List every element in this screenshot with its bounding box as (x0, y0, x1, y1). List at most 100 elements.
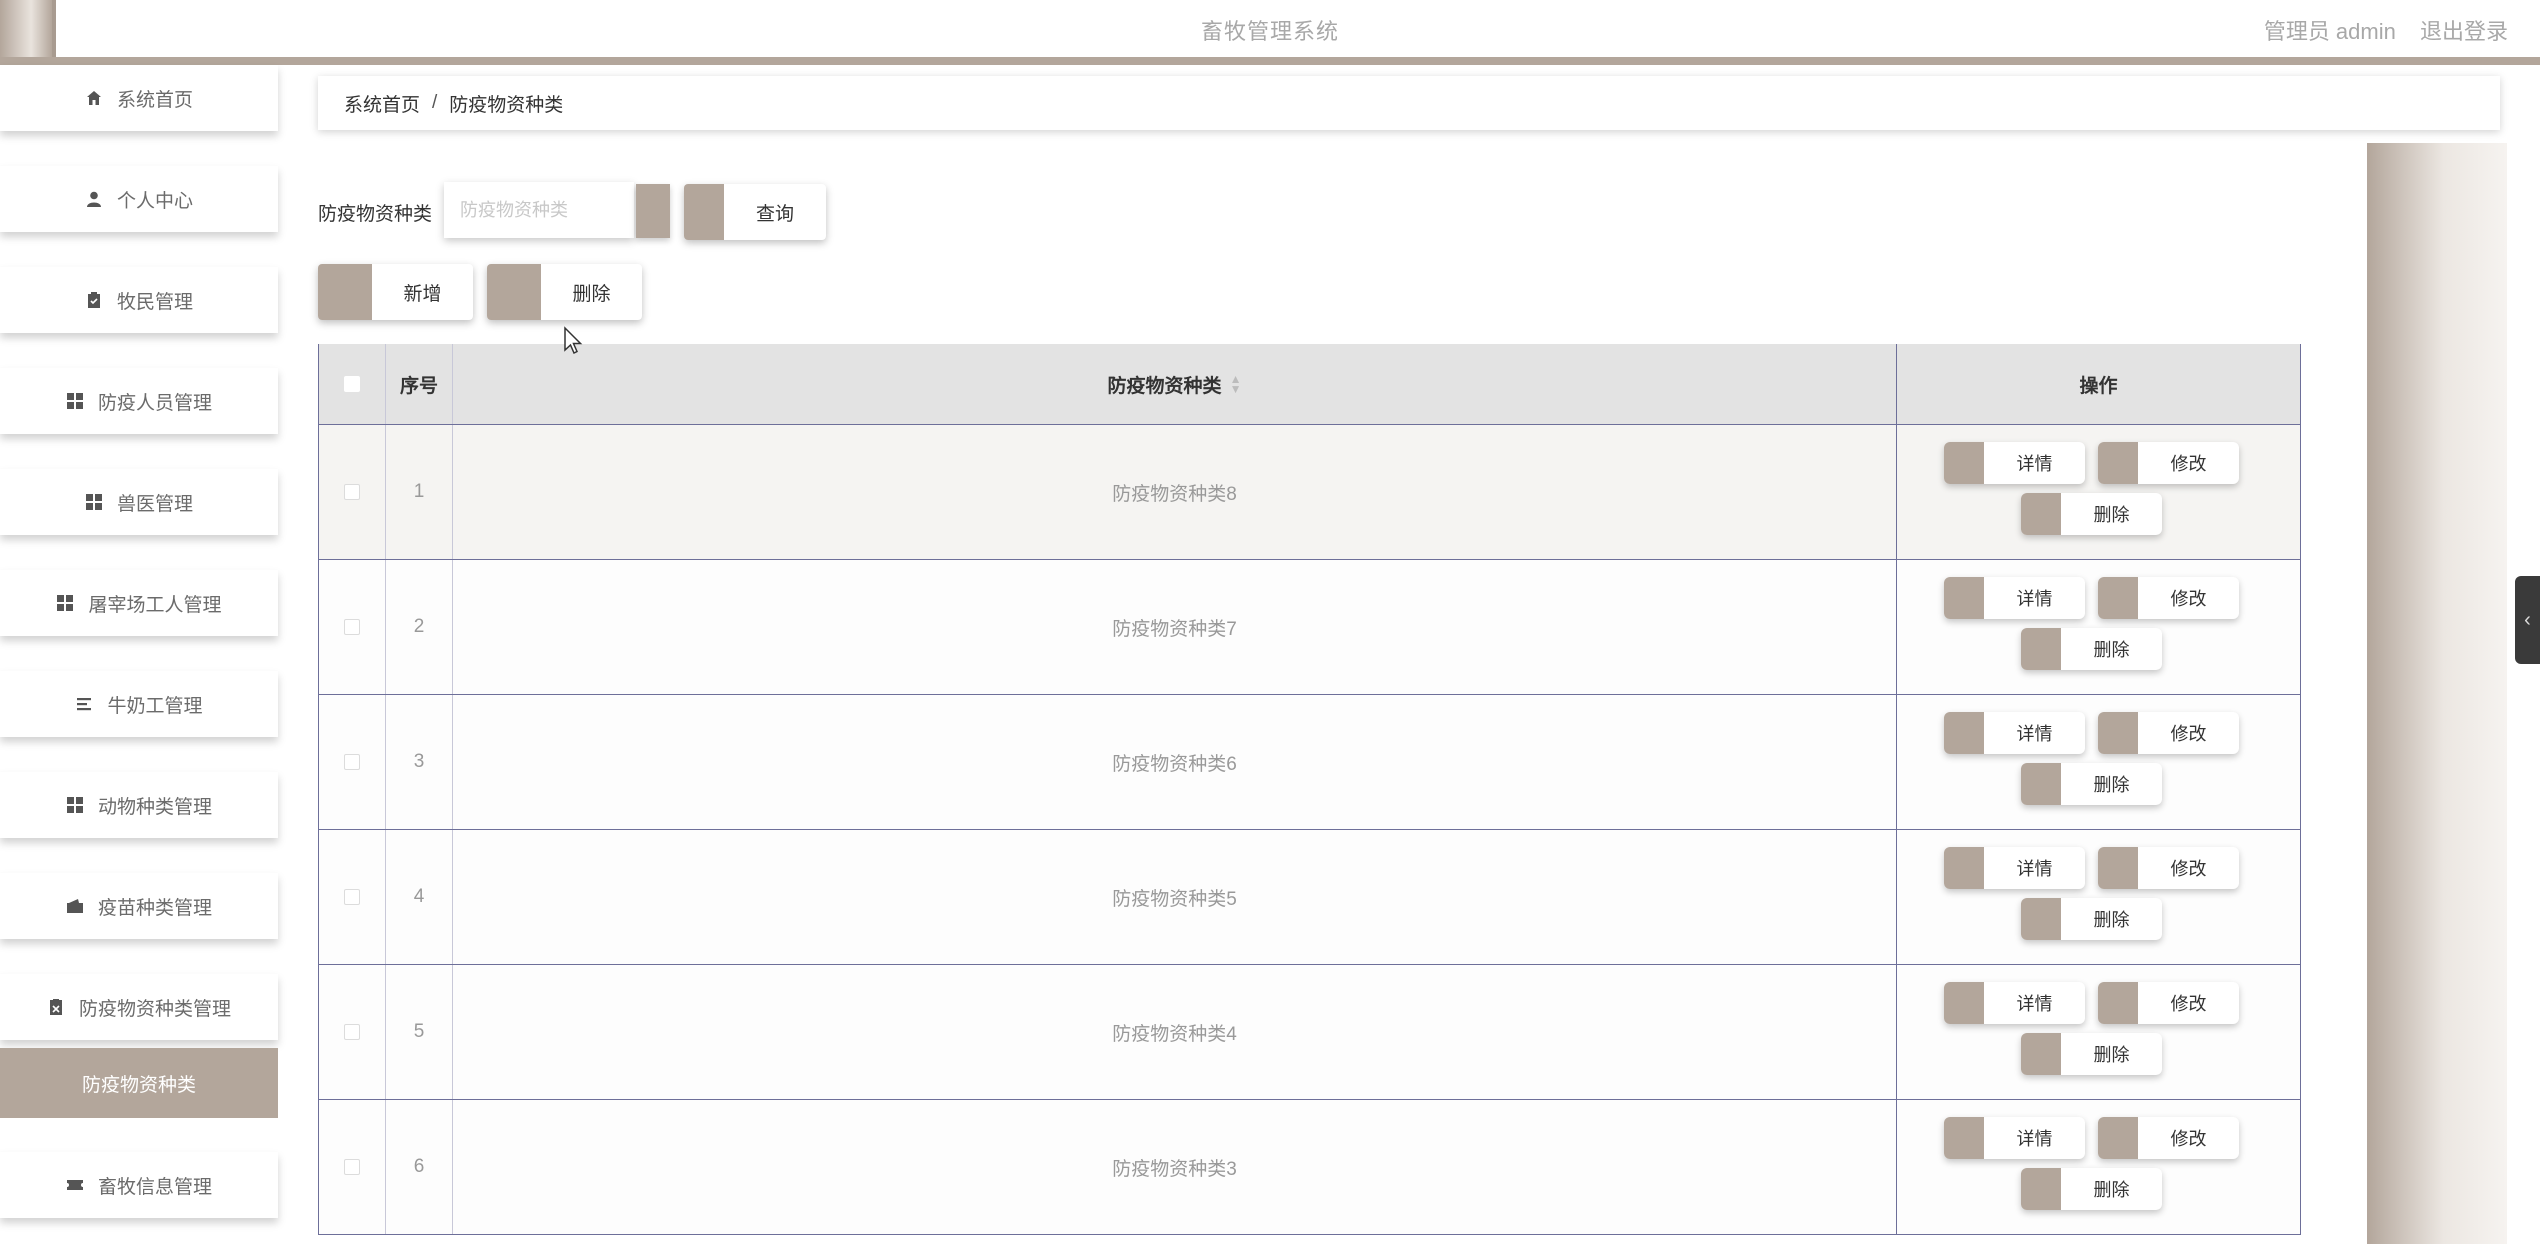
sidebar-item-label: 防疫人员管理 (97, 392, 212, 414)
row-ops: 详情 修改 删除 (1897, 425, 2300, 559)
sidebar-item-epidemic-staff[interactable]: 防疫人员管理 (0, 368, 278, 434)
row-checkbox[interactable] (344, 619, 360, 635)
row-name: 防疫物资种类7 (453, 560, 1897, 694)
sidebar-item-supply-types[interactable]: 防疫物资种类 (0, 1048, 278, 1118)
batch-delete-button[interactable]: 删除 (487, 264, 642, 320)
row-checkbox[interactable] (344, 1024, 360, 1040)
list-icon (77, 698, 92, 711)
ticket-icon (66, 1180, 83, 1190)
row-ops: 详情 修改 删除 (1897, 560, 2300, 694)
sidebar-item-profile[interactable]: 个人中心 (0, 166, 278, 232)
grid-icon (85, 494, 102, 510)
detail-button-label: 详情 (2016, 589, 2053, 609)
sidebar-item-animal-types[interactable]: 动物种类管理 (0, 772, 278, 838)
row-index: 4 (386, 830, 453, 964)
row-index: 1 (386, 425, 453, 559)
delete-button-label: 删除 (2093, 775, 2130, 795)
delete-button[interactable]: 删除 (2021, 628, 2162, 670)
delete-button-label: 删除 (2093, 640, 2130, 660)
button-knob (2098, 442, 2138, 484)
edit-button[interactable]: 修改 (2098, 982, 2239, 1024)
button-knob (2098, 577, 2138, 619)
button-knob (684, 184, 724, 240)
sidebar-item-herdsmen[interactable]: 牧民管理 (0, 267, 278, 333)
sidebar-item-vets[interactable]: 兽医管理 (0, 469, 278, 535)
row-ops: 详情 修改 删除 (1897, 695, 2300, 829)
sidebar-item-label: 兽医管理 (116, 493, 193, 515)
detail-button-label: 详情 (2016, 724, 2053, 744)
select-all-checkbox[interactable] (344, 376, 360, 392)
grid-icon (66, 797, 83, 813)
sidebar-item-livestock-info[interactable]: 畜牧信息管理 (0, 1152, 278, 1218)
detail-button[interactable]: 详情 (1944, 577, 2085, 619)
detail-button[interactable]: 详情 (1944, 982, 2085, 1024)
edit-button[interactable]: 修改 (2098, 712, 2239, 754)
edit-button-label: 修改 (2170, 994, 2207, 1014)
sidebar: 系统首页 个人中心 牧民管理 防疫人员管理 兽医管理 屠宰场工人管理 牛奶工管理… (0, 65, 280, 1244)
detail-button-label: 详情 (2016, 454, 2053, 474)
edit-button[interactable]: 修改 (2098, 577, 2239, 619)
header-name[interactable]: 防疫物资种类 ▲ ▼ (453, 344, 1897, 424)
sidebar-item-label: 畜牧信息管理 (97, 1176, 212, 1198)
clipboard-icon (87, 292, 100, 308)
delete-button[interactable]: 删除 (2021, 763, 2162, 805)
sidebar-item-label: 个人中心 (116, 190, 193, 212)
data-table: 序号 防疫物资种类 ▲ ▼ 操作 1 防疫物资种类8 详情 修改 删除 2 防疫… (318, 344, 2301, 1235)
row-checkbox[interactable] (344, 889, 360, 905)
button-knob (2098, 712, 2138, 754)
delete-button-label: 删除 (2093, 1045, 2130, 1065)
row-ops: 详情 修改 删除 (1897, 1100, 2300, 1234)
sort-icon[interactable]: ▲ ▼ (1230, 373, 1242, 395)
row-ops: 详情 修改 删除 (1897, 965, 2300, 1099)
sidebar-item-home[interactable]: 系统首页 (0, 65, 278, 131)
button-knob (2098, 982, 2138, 1024)
home-icon (86, 91, 101, 105)
decorative-strip (2367, 143, 2507, 1244)
logout-link[interactable]: 退出登录 (2420, 19, 2508, 44)
sidebar-item-label: 疫苗种类管理 (97, 897, 212, 919)
sidebar-item-supply-type-management[interactable]: 防疫物资种类管理 (0, 974, 278, 1040)
row-checkbox[interactable] (344, 1159, 360, 1175)
grid-icon (57, 595, 74, 611)
sidebar-item-vaccine-types[interactable]: 疫苗种类管理 (0, 873, 278, 939)
breadcrumb-current: 防疫物资种类 (449, 94, 564, 116)
sidebar-item-milk-workers[interactable]: 牛奶工管理 (0, 671, 278, 737)
batch-delete-button-label: 删除 (572, 283, 611, 305)
search-label: 防疫物资种类 (318, 204, 433, 225)
row-name: 防疫物资种类3 (453, 1100, 1897, 1234)
edit-button[interactable]: 修改 (2098, 1117, 2239, 1159)
detail-button[interactable]: 详情 (1944, 712, 2085, 754)
detail-button-label: 详情 (2016, 859, 2053, 879)
table-row: 2 防疫物资种类7 详情 修改 删除 (319, 560, 2300, 695)
edit-button-label: 修改 (2170, 589, 2207, 609)
delete-button[interactable]: 删除 (2021, 1168, 2162, 1210)
table-body: 1 防疫物资种类8 详情 修改 删除 2 防疫物资种类7 详情 修改 删除 3 … (319, 425, 2300, 1235)
detail-button[interactable]: 详情 (1944, 442, 2085, 484)
row-checkbox[interactable] (344, 754, 360, 770)
top-bar: 畜牧管理系统 管理员 admin 退出登录 (0, 0, 2540, 65)
delete-button[interactable]: 删除 (2021, 898, 2162, 940)
sidebar-item-slaughter-workers[interactable]: 屠宰场工人管理 (0, 570, 278, 636)
collapse-tab[interactable]: ‹ (2515, 576, 2540, 664)
grid-icon (66, 393, 83, 409)
query-button[interactable]: 查询 (684, 184, 826, 240)
delete-button[interactable]: 删除 (2021, 493, 2162, 535)
row-check-cell (319, 560, 386, 694)
search-input[interactable] (444, 182, 634, 238)
add-button[interactable]: 新增 (318, 264, 473, 320)
row-checkbox[interactable] (344, 484, 360, 500)
breadcrumb-home[interactable]: 系统首页 (344, 90, 420, 117)
detail-button[interactable]: 详情 (1944, 1117, 2085, 1159)
button-knob (2021, 898, 2061, 940)
button-knob (2021, 628, 2061, 670)
button-knob (1944, 1117, 1984, 1159)
edit-button[interactable]: 修改 (2098, 442, 2239, 484)
row-check-cell (319, 695, 386, 829)
select-all-cell (319, 344, 386, 424)
button-knob (2021, 1168, 2061, 1210)
table-header: 序号 防疫物资种类 ▲ ▼ 操作 (319, 344, 2300, 425)
edit-button-label: 修改 (2170, 1129, 2207, 1149)
edit-button[interactable]: 修改 (2098, 847, 2239, 889)
delete-button[interactable]: 删除 (2021, 1033, 2162, 1075)
detail-button[interactable]: 详情 (1944, 847, 2085, 889)
